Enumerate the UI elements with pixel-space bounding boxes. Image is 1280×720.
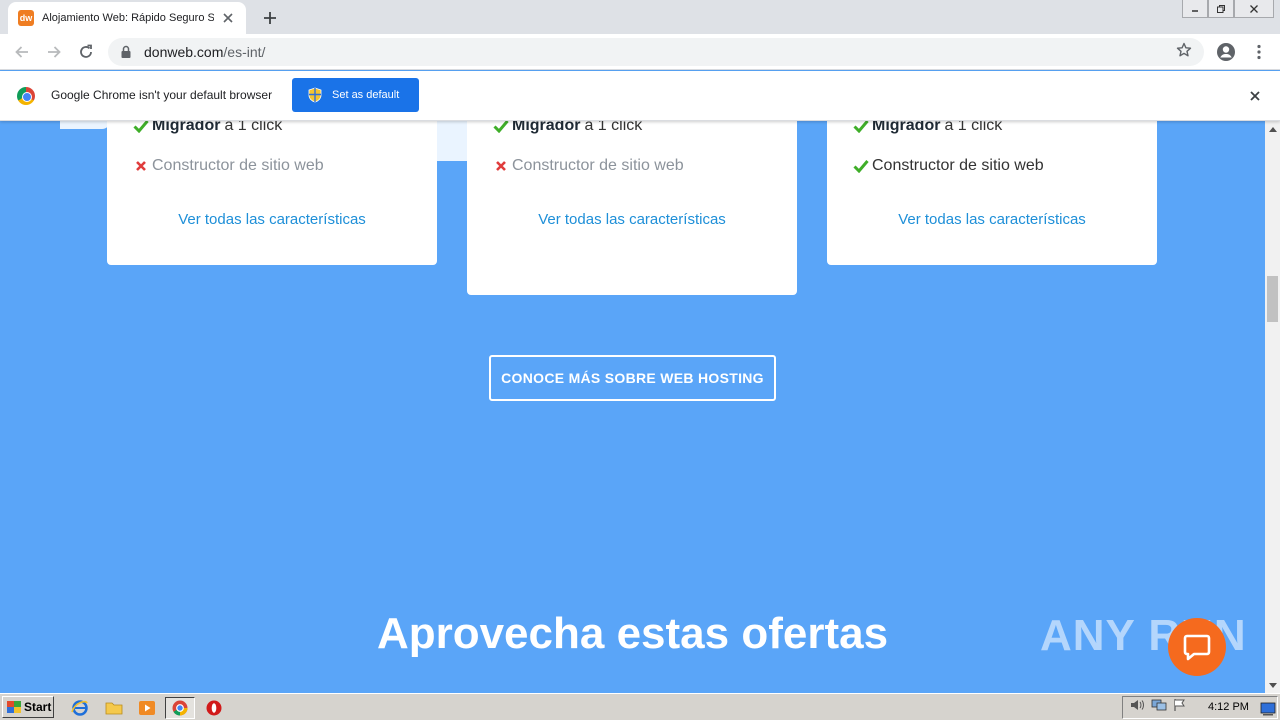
check-icon	[851, 121, 871, 133]
system-tray	[1122, 696, 1278, 719]
plan-2-see-all-link[interactable]: Ver todas las características	[467, 211, 797, 228]
check-icon	[491, 121, 511, 133]
bookmark-star-icon[interactable]	[1176, 42, 1192, 63]
profile-avatar-icon[interactable]	[1212, 38, 1240, 66]
show-desktop-icon[interactable]	[1258, 699, 1278, 719]
check-icon	[851, 159, 871, 173]
plan-3-feature-constructor: Constructor de sitio web	[851, 157, 1044, 175]
plan-1-see-all-link[interactable]: Ver todas las características	[107, 211, 437, 228]
url-text: donweb.com/es-int/	[144, 44, 265, 60]
windows-flag-icon	[7, 701, 21, 713]
decorative-curve	[60, 121, 110, 129]
uac-shield-icon	[308, 87, 322, 103]
default-browser-infobar: Google Chrome isn't your default browser…	[0, 71, 1280, 121]
feature-text: a 1 click	[584, 121, 643, 134]
browser-toolbar: donweb.com/es-int/	[0, 34, 1280, 70]
minimize-window-icon[interactable]	[1182, 0, 1208, 18]
page-scrollbar[interactable]	[1265, 121, 1280, 693]
plan-2-feature-migrador: Migrador a 1 click	[491, 121, 642, 135]
learn-more-hosting-button[interactable]: CONOCE MÁS SOBRE WEB HOSTING	[489, 355, 776, 401]
network-icon[interactable]	[1151, 698, 1167, 717]
plan-1-feature-migrador: Migrador a 1 click	[131, 121, 282, 135]
infobar-close-icon[interactable]	[1246, 87, 1264, 105]
chrome-menu-icon[interactable]	[1245, 38, 1273, 66]
lock-icon	[121, 45, 131, 58]
feature-bold-text: Migrador	[872, 121, 941, 134]
browser-tab[interactable]: dw Alojamiento Web: Rápido Seguro Sop	[8, 2, 246, 34]
decorative-shape	[436, 121, 468, 161]
scroll-down-arrow-icon[interactable]	[1265, 678, 1280, 693]
cross-icon	[491, 160, 511, 172]
set-as-default-button[interactable]: Set as default	[292, 78, 419, 112]
plan-card-2: Migrador a 1 click Constructor de sitio …	[467, 121, 797, 295]
action-center-flag-icon[interactable]	[1173, 698, 1187, 717]
start-label: Start	[24, 700, 52, 714]
chrome-logo-icon	[17, 87, 35, 105]
feature-text: a 1 click	[944, 121, 1003, 134]
chat-bubble-icon[interactable]	[1168, 618, 1226, 676]
plan-2-feature-constructor: Constructor de sitio web	[491, 157, 684, 175]
plan-card-1: Migrador a 1 click Constructor de sitio …	[107, 121, 437, 265]
browser-tabstrip: dw Alojamiento Web: Rápido Seguro Sop	[0, 0, 1280, 34]
feature-bold-text: Migrador	[152, 121, 221, 134]
url-path: /es-int/	[223, 44, 266, 60]
reload-icon[interactable]	[72, 38, 100, 66]
feature-text: Constructor de sitio web	[512, 157, 684, 174]
opera-icon[interactable]	[204, 698, 224, 718]
file-explorer-icon[interactable]	[104, 698, 124, 718]
plan-card-3: Migrador a 1 click Constructor de sitio …	[827, 121, 1157, 265]
set-as-default-label: Set as default	[332, 89, 400, 101]
new-tab-icon[interactable]	[258, 6, 282, 30]
back-arrow-icon[interactable]	[8, 38, 36, 66]
chrome-taskbar-icon	[172, 700, 188, 716]
plan-1-feature-constructor: Constructor de sitio web	[131, 157, 324, 175]
tab-title: Alojamiento Web: Rápido Seguro Sop	[42, 12, 214, 24]
scrollbar-thumb[interactable]	[1267, 276, 1278, 322]
taskbar-clock: 4:12 PM	[1208, 701, 1249, 713]
feature-text: Constructor de sitio web	[872, 157, 1044, 174]
infobar-message: Google Chrome isn't your default browser	[51, 88, 273, 102]
url-host: donweb.com	[144, 44, 224, 60]
forward-arrow-icon[interactable]	[40, 38, 68, 66]
start-button[interactable]: Start	[2, 696, 54, 718]
volume-icon[interactable]	[1129, 698, 1145, 717]
windows-taskbar: Start 4:12 PM	[0, 693, 1280, 720]
cross-icon	[131, 160, 151, 172]
chrome-taskbar-button[interactable]	[165, 697, 195, 719]
feature-text: Constructor de sitio web	[152, 157, 324, 174]
feature-text: a 1 click	[224, 121, 283, 134]
check-icon	[131, 121, 151, 133]
media-player-icon[interactable]	[137, 698, 157, 718]
scroll-up-arrow-icon[interactable]	[1265, 121, 1280, 136]
feature-bold-text: Migrador	[512, 121, 581, 134]
restore-window-icon[interactable]	[1208, 0, 1234, 18]
internet-explorer-icon[interactable]	[70, 698, 90, 718]
donweb-favicon-icon: dw	[18, 10, 34, 26]
page-content: Migrador a 1 click Constructor de sitio …	[0, 121, 1265, 693]
tab-close-icon[interactable]	[220, 10, 236, 26]
plan-3-see-all-link[interactable]: Ver todas las características	[827, 211, 1157, 228]
close-window-icon[interactable]	[1234, 0, 1274, 18]
address-bar[interactable]: donweb.com/es-int/	[108, 38, 1204, 66]
plan-3-feature-migrador: Migrador a 1 click	[851, 121, 1002, 135]
